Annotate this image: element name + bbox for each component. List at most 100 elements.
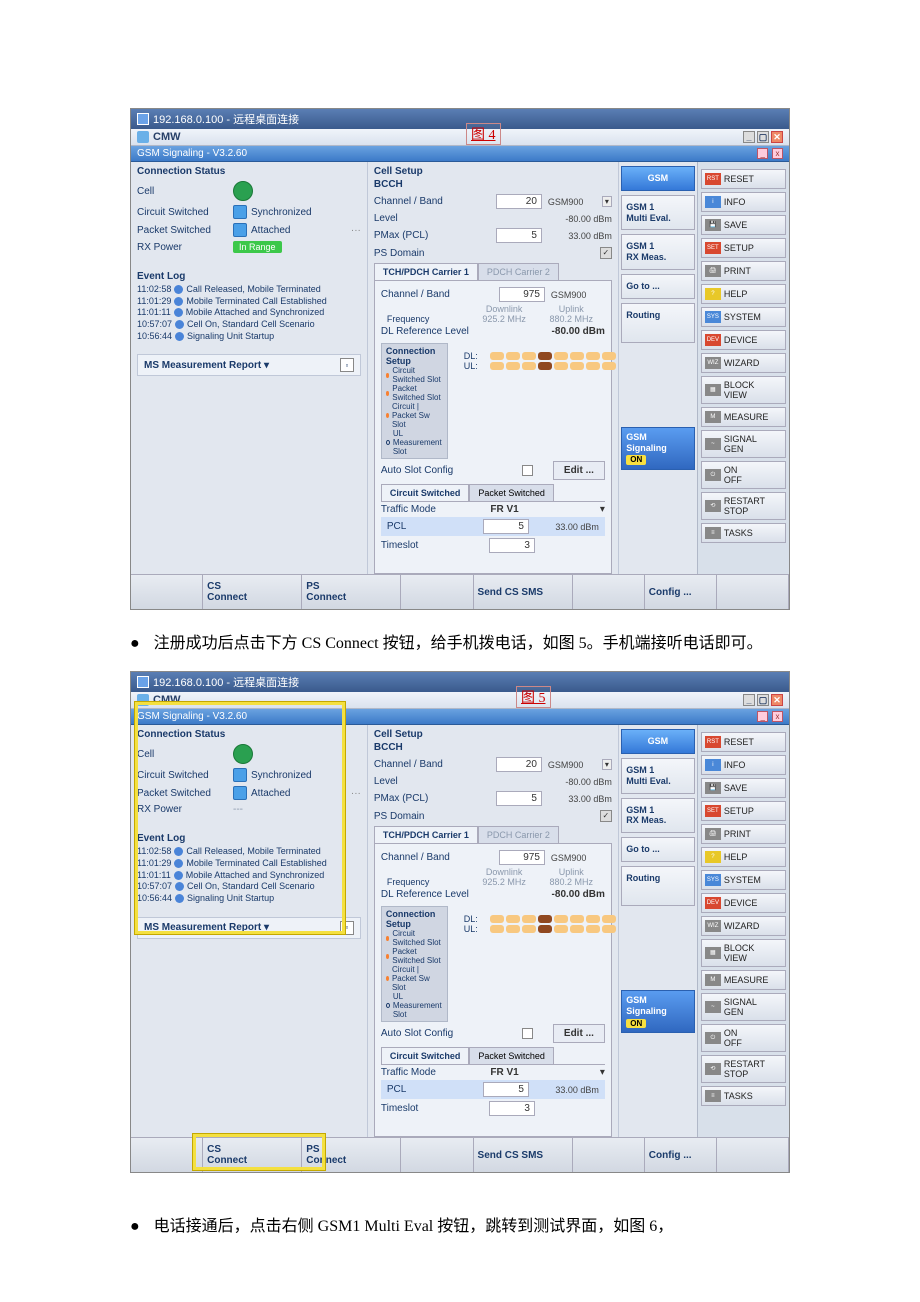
- chevron-down-icon[interactable]: ▾: [600, 504, 605, 515]
- panel-window-controls[interactable]: _ x: [756, 711, 783, 722]
- gsm1-rx-meas-button[interactable]: GSM 1 RX Meas.: [621, 234, 694, 270]
- tab-circuit-switched[interactable]: Circuit Switched: [381, 1047, 470, 1064]
- gsm-signaling-state[interactable]: GSM Signaling ON: [621, 427, 694, 470]
- expand-icon[interactable]: ▫: [340, 921, 354, 935]
- gsm1-rx-meas-button[interactable]: GSM 1 RX Meas.: [621, 798, 694, 834]
- tab-pdch-2[interactable]: PDCH Carrier 2: [478, 826, 559, 843]
- auto-slot-checkbox[interactable]: [522, 1028, 533, 1039]
- system-button[interactable]: SYSSYSTEM: [701, 307, 786, 327]
- panel-close-icon[interactable]: x: [772, 148, 783, 159]
- wizard-button[interactable]: WIZWIZARD: [701, 916, 786, 936]
- auto-slot-checkbox[interactable]: [522, 465, 533, 476]
- reset-button[interactable]: RSTRESET: [701, 732, 786, 752]
- dl-ref-value[interactable]: -80.00 dBm: [552, 326, 605, 337]
- config-button[interactable]: Config ...: [645, 575, 717, 609]
- wizard-button[interactable]: WIZWIZARD: [701, 353, 786, 373]
- tab-pdch-2[interactable]: PDCH Carrier 2: [478, 263, 559, 280]
- gsm-button[interactable]: GSM: [621, 166, 694, 191]
- reset-button[interactable]: RSTRESET: [701, 169, 786, 189]
- traffic-mode-value[interactable]: FR V1: [490, 504, 600, 515]
- signalgen-button[interactable]: ~SIGNAL GEN: [701, 430, 786, 458]
- edit-button[interactable]: Edit ...: [553, 1024, 605, 1043]
- window-controls[interactable]: _ ▢ ✕: [743, 694, 783, 706]
- timeslot-value[interactable]: 3: [489, 1101, 535, 1116]
- gsm1-multi-eval-button[interactable]: GSM 1 Multi Eval.: [621, 195, 694, 231]
- help-button[interactable]: ?HELP: [701, 847, 786, 867]
- print-button[interactable]: 🖨PRINT: [701, 824, 786, 844]
- tasks-button[interactable]: ≡TASKS: [701, 523, 786, 543]
- restart-button[interactable]: ⟲RESTART STOP: [701, 492, 786, 520]
- traffic-mode-value[interactable]: FR V1: [490, 1067, 600, 1078]
- minimize-icon[interactable]: _: [743, 131, 755, 143]
- send-cs-sms-button[interactable]: Send CS SMS: [474, 1138, 573, 1172]
- config-button[interactable]: Config ...: [645, 1138, 717, 1172]
- tab-tch-pdch-1[interactable]: TCH/PDCH Carrier 1: [374, 826, 478, 843]
- onoff-button[interactable]: ⏻ON OFF: [701, 1024, 786, 1052]
- minimize-icon[interactable]: _: [743, 694, 755, 706]
- ms-measurement-report[interactable]: MS Measurement Report ▾ ▫: [137, 354, 361, 376]
- blockview-button[interactable]: ▦BLOCK VIEW: [701, 376, 786, 404]
- timeslot-value[interactable]: 3: [489, 538, 535, 553]
- panel-min-icon[interactable]: _: [757, 148, 768, 159]
- system-button[interactable]: SYSSYSTEM: [701, 870, 786, 890]
- routing-button[interactable]: Routing: [621, 866, 694, 906]
- maximize-icon[interactable]: ▢: [757, 131, 769, 143]
- edit-button[interactable]: Edit ...: [553, 461, 605, 480]
- device-button[interactable]: DEVDEVICE: [701, 893, 786, 913]
- panel-window-controls[interactable]: _ x: [756, 148, 783, 159]
- close-icon[interactable]: ✕: [771, 131, 783, 143]
- blockview-button[interactable]: ▦BLOCK VIEW: [701, 939, 786, 967]
- device-button[interactable]: DEVDEVICE: [701, 330, 786, 350]
- channel-band-value[interactable]: 20: [496, 194, 542, 209]
- gsm-button[interactable]: GSM: [621, 729, 694, 754]
- panel-close-icon[interactable]: x: [772, 711, 783, 722]
- onoff-button[interactable]: ⏻ON OFF: [701, 461, 786, 489]
- window-controls[interactable]: _ ▢ ✕: [743, 131, 783, 143]
- ms-measurement-report[interactable]: MS Measurement Report ▾ ▫: [137, 917, 361, 939]
- ps-domain-checkbox[interactable]: ✓: [600, 810, 612, 822]
- pcl-value[interactable]: 5: [483, 1082, 529, 1097]
- chevron-down-icon[interactable]: ▾: [602, 196, 612, 207]
- ps-domain-checkbox[interactable]: ✓: [600, 247, 612, 259]
- goto-button[interactable]: Go to ...: [621, 274, 694, 299]
- pmax-value[interactable]: 5: [496, 228, 542, 243]
- dl-ref-value[interactable]: -80.00 dBm: [552, 889, 605, 900]
- tab-packet-switched[interactable]: Packet Switched: [469, 1047, 554, 1064]
- measure-button[interactable]: MMEASURE: [701, 407, 786, 427]
- goto-button[interactable]: Go to ...: [621, 837, 694, 862]
- pcl-value[interactable]: 5: [483, 519, 529, 534]
- info-button[interactable]: iINFO: [701, 755, 786, 775]
- print-button[interactable]: 🖨PRINT: [701, 261, 786, 281]
- carrier-channel-band-value[interactable]: 975: [499, 850, 545, 865]
- save-button[interactable]: 💾SAVE: [701, 778, 786, 798]
- ps-connect-button[interactable]: PS Connect: [302, 575, 401, 609]
- tab-packet-switched[interactable]: Packet Switched: [469, 484, 554, 501]
- ps-connect-button[interactable]: PS Connect: [302, 1138, 401, 1172]
- signalgen-button[interactable]: ~SIGNAL GEN: [701, 993, 786, 1021]
- gsm1-multi-eval-button[interactable]: GSM 1 Multi Eval.: [621, 758, 694, 794]
- setup-button[interactable]: SETSETUP: [701, 801, 786, 821]
- close-icon[interactable]: ✕: [771, 694, 783, 706]
- send-cs-sms-button[interactable]: Send CS SMS: [474, 575, 573, 609]
- maximize-icon[interactable]: ▢: [757, 694, 769, 706]
- carrier-channel-band-value[interactable]: 975: [499, 287, 545, 302]
- tab-tch-pdch-1[interactable]: TCH/PDCH Carrier 1: [374, 263, 478, 280]
- restart-button[interactable]: ⟲RESTART STOP: [701, 1055, 786, 1083]
- panel-min-icon[interactable]: _: [757, 711, 768, 722]
- pmax-value[interactable]: 5: [496, 791, 542, 806]
- routing-button[interactable]: Routing: [621, 303, 694, 343]
- info-button[interactable]: iINFO: [701, 192, 786, 212]
- expand-icon[interactable]: ▫: [340, 358, 354, 372]
- tasks-button[interactable]: ≡TASKS: [701, 1086, 786, 1106]
- chevron-down-icon[interactable]: ▾: [600, 1067, 605, 1078]
- gsm-signaling-state[interactable]: GSM Signaling ON: [621, 990, 694, 1033]
- help-button[interactable]: ?HELP: [701, 284, 786, 304]
- tab-circuit-switched[interactable]: Circuit Switched: [381, 484, 470, 501]
- chevron-down-icon[interactable]: ▾: [602, 759, 612, 770]
- channel-band-value[interactable]: 20: [496, 757, 542, 772]
- save-button[interactable]: 💾SAVE: [701, 215, 786, 235]
- setup-button[interactable]: SETSETUP: [701, 238, 786, 258]
- measure-button[interactable]: MMEASURE: [701, 970, 786, 990]
- cs-connect-button[interactable]: CS Connect: [203, 1138, 302, 1172]
- cs-connect-button[interactable]: CS Connect: [203, 575, 302, 609]
